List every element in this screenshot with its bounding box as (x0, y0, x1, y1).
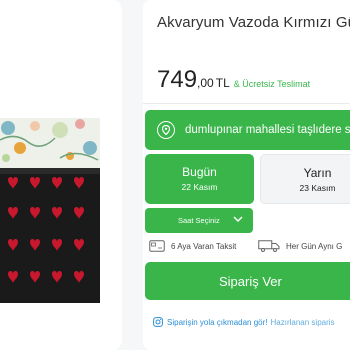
order-button[interactable]: Sipariş Ver (145, 262, 350, 300)
product-image[interactable] (0, 118, 100, 303)
delivery-day-today[interactable]: Bugün 22 Kasım (145, 154, 254, 204)
card-icon (149, 240, 165, 252)
product-title: Akvaryum Vazoda Kırmızı Gü (157, 14, 350, 31)
feature-label: 6 Aya Varan Taksit (171, 241, 237, 251)
price-row: 749 ,00 TL & Ücretsiz Teslimat (157, 66, 310, 94)
feature-same-day: Her Gün Aynı G (258, 240, 342, 252)
day-date: 23 Kasım (299, 183, 336, 193)
feature-installments: 6 Aya Varan Taksit (149, 240, 236, 252)
day-name: Yarın (303, 166, 332, 180)
day-date: 22 Kasım (181, 182, 218, 192)
free-shipping-label: & Ücretsiz Teslimat (233, 79, 311, 89)
promo-link[interactable]: Siparişin yola çıkmadan gör! Hazırlanan … (153, 317, 335, 327)
time-select-label: Saat Seçiniz (178, 216, 220, 225)
feature-label: Her Gün Aynı G (286, 241, 343, 251)
delivery-day-tomorrow[interactable]: Yarın 23 Kasım (260, 154, 350, 204)
price-decimal: ,00 (197, 76, 214, 90)
product-gallery (0, 0, 122, 350)
divider (143, 103, 350, 104)
product-detail-panel: Akvaryum Vazoda Kırmızı Gü 749 ,00 TL & … (143, 0, 350, 350)
location-pin-icon (157, 121, 175, 139)
price-currency: TL (215, 76, 230, 90)
price-integer: 749 (157, 66, 198, 93)
delivery-location-button[interactable]: dumlupınar mahallesi taşlıdere sol (145, 110, 350, 150)
instagram-icon (153, 317, 163, 327)
time-select-dropdown[interactable]: Saat Seçiniz (145, 208, 253, 233)
chevron-down-icon (233, 216, 243, 223)
day-name: Bugün (182, 165, 217, 179)
location-text: dumlupınar mahallesi taşlıdere sol (185, 124, 350, 136)
promo-text: Siparişin yola çıkmadan gör! (167, 317, 268, 327)
truck-icon (258, 240, 280, 252)
promo-text-secondary: Hazırlanan siparis (270, 317, 335, 327)
